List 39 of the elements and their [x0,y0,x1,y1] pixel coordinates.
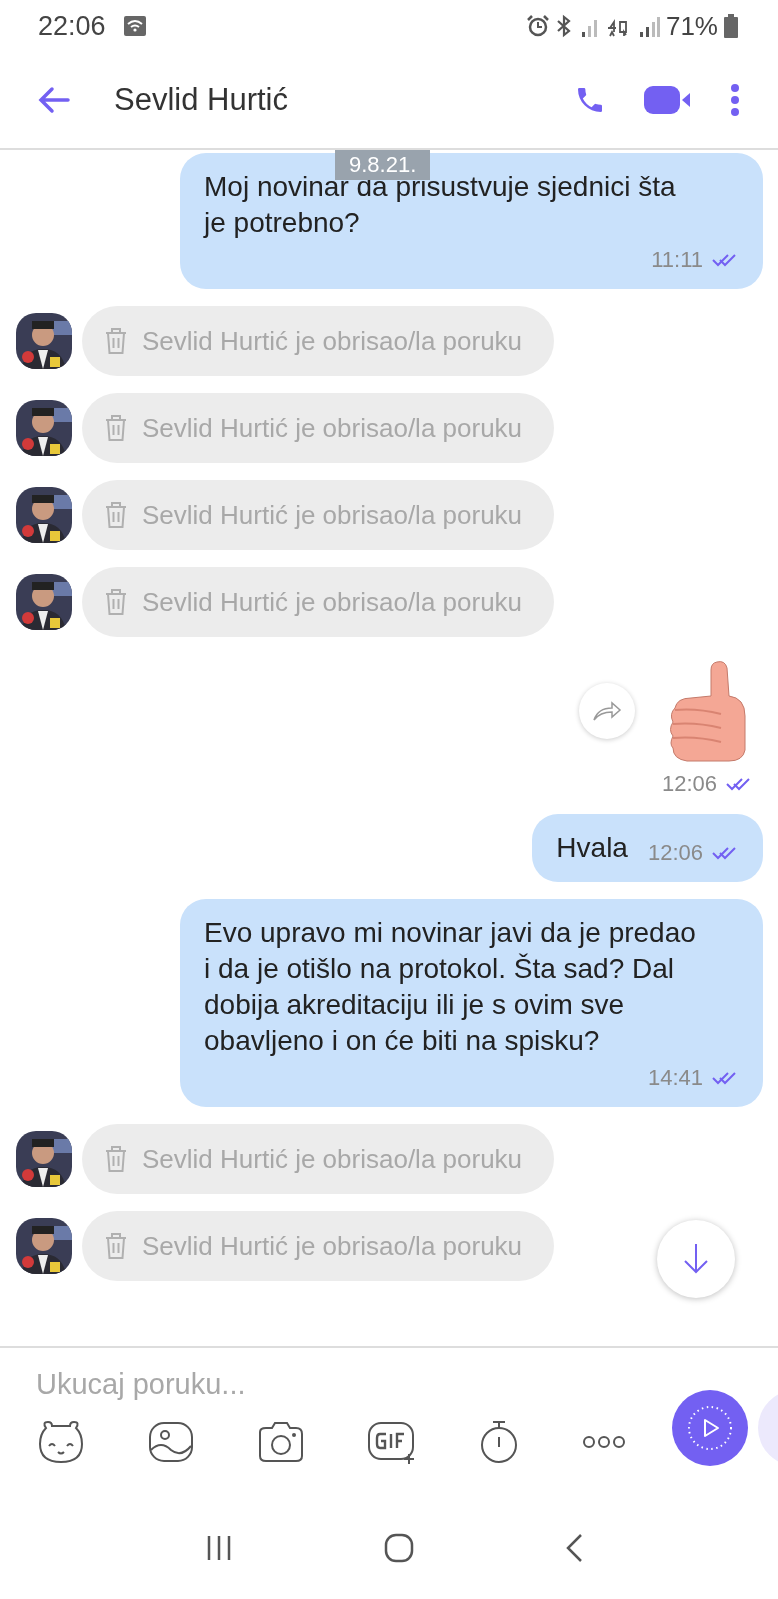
alarm-icon [525,14,550,38]
forward-arrow-icon [592,699,622,722]
message-time: 12:06 [647,840,703,866]
trash-icon [104,501,128,529]
message-time: 12:06 [661,771,717,797]
sticker-icon[interactable] [36,1420,86,1464]
deleted-message-text: Sevlid Hurtić je obrisao/la poruku [142,412,523,444]
video-camera-icon[interactable] [644,85,692,115]
back-arrow-icon[interactable] [38,86,70,114]
trash-icon [104,1232,128,1260]
signal-icon [637,14,660,38]
home-icon[interactable] [383,1531,415,1564]
trash-icon [104,414,128,442]
date-badge: 9.8.21. [335,150,431,180]
more-icon[interactable] [582,1435,626,1449]
deleted-message-text: Sevlid Hurtić je obrisao/la poruku [142,499,523,531]
battery-percent: 71% [665,10,718,42]
deleted-message-text: Sevlid Hurtić je obrisao/la poruku [142,586,523,618]
bluetooth-icon [555,14,572,38]
message-text: Hvala [556,831,628,865]
deleted-message-text: Sevlid Hurtić je obrisao/la poruku [142,1230,523,1262]
trash-icon [104,327,128,355]
trash-icon [104,1145,128,1173]
message-time: 14:41 [647,1065,703,1091]
deleted-message-text: Sevlid Hurtić je obrisao/la poruku [142,1143,523,1175]
message-text: Evo upravo mi novinar javi da je predao i da je otišlo na protokol. Šta sad? Dal dobija akreditaciju ili je s ovim sve obavljeno i on će biti na spisku? [204,916,697,1058]
more-options-icon[interactable] [730,84,740,116]
trash-icon [104,588,128,616]
gif-icon[interactable] [366,1420,417,1464]
gallery-icon[interactable] [146,1420,195,1464]
play-icon [686,1404,734,1452]
contact-name: Sevlid Hurtić [114,82,288,118]
message-time: 11:11 [651,247,703,273]
wifi-icon [123,16,146,36]
deleted-message-text: Sevlid Hurtić je obrisao/la poruku [142,325,523,357]
down-arrow-icon [681,1242,711,1276]
clock-time: 22:06 [38,10,106,42]
message-input-field[interactable]: Ukucaj poruku... [36,1364,596,1405]
battery-icon [724,14,738,38]
